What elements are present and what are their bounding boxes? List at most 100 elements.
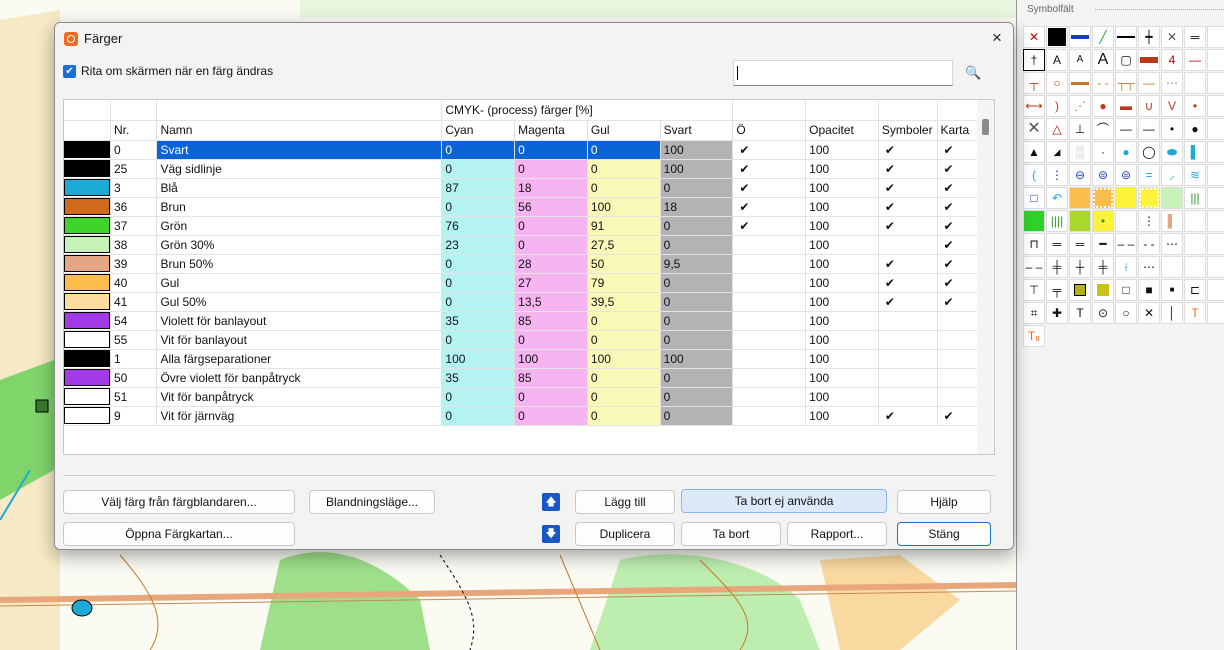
color-swatch-box[interactable] [64,255,110,272]
cell-black[interactable]: 100 [660,349,734,369]
cell-magenta[interactable]: 0 [514,235,588,255]
symbol-olive-square-icon[interactable] [1069,279,1091,301]
symbol-brown-dash-short-icon[interactable]: ▬ [1115,95,1137,117]
cell-magenta[interactable]: 27 [514,273,588,293]
cell-nr[interactable]: 1 [110,349,158,369]
cell-map[interactable]: ✔ [937,178,978,198]
symbol-blue-disc-2-icon[interactable]: ⊜ [1092,164,1114,186]
cell-opacity[interactable]: 100 [805,330,879,350]
color-swatch-box[interactable] [64,236,110,253]
cell-cyan[interactable]: 100 [441,349,516,369]
cell-black[interactable]: 0 [660,292,734,312]
color-swatch-box[interactable] [64,407,110,424]
symbol-text-a-icon[interactable]: A [1046,49,1068,71]
symbol-light-green-icon[interactable] [1161,187,1183,209]
cell-yellow[interactable]: 50 [587,254,661,274]
symbol-brown-bar-icon[interactable] [1138,49,1160,71]
table-row[interactable]: 39 Brun 50% 0 28 50 9,5 100 ✔ ✔ [64,254,978,274]
symbol-empty-icon[interactable] [1184,233,1206,255]
color-swatch-box[interactable] [64,369,110,386]
move-up-arrow-icon[interactable]: 🡅 [542,493,560,511]
symbol-brown-u-icon[interactable]: ∪ [1138,95,1160,117]
cell-nr[interactable]: 54 [110,311,158,331]
cell-magenta[interactable]: 0 [514,140,588,160]
symbol-brown-dash-icon[interactable]: - - [1092,72,1114,94]
symbol-x-icon[interactable]: ✕ [1138,302,1160,324]
cell-map[interactable] [937,349,978,369]
symbol-oval-icon[interactable]: ○ [1046,72,1068,94]
table-row[interactable]: 3 Blå 87 18 0 0 ✔ 100 ✔ ✔ [64,178,978,198]
symbol-tee-icon[interactable]: T [1069,302,1091,324]
symbol-empty-icon[interactable] [1207,279,1224,301]
cell-magenta[interactable]: 85 [514,311,588,331]
cell-nr[interactable]: 40 [110,273,158,293]
symbol-bracket-square-icon[interactable]: ⊏ [1184,279,1206,301]
symbol-orange-dots-icon[interactable] [1092,187,1114,209]
cell-map[interactable]: ✔ [937,197,978,217]
cell-symbols[interactable]: ✔ [878,140,938,160]
cell-opacity[interactable]: 100 [805,273,879,293]
cell-map[interactable] [937,387,978,407]
color-swatch-box[interactable] [64,198,110,215]
cell-symbols[interactable] [878,311,938,331]
symbol-empty-icon[interactable] [1184,210,1206,232]
cell-name[interactable]: Brun 50% [156,254,443,274]
symbol-blue-disc-icon[interactable]: ⊖ [1069,164,1091,186]
symbol-brown-thick-icon[interactable] [1069,72,1091,94]
symbol-brown-dot-icon[interactable]: ● [1092,95,1114,117]
cell-black[interactable]: 0 [660,406,734,426]
color-swatch[interactable] [64,178,111,198]
cell-cyan[interactable]: 0 [441,406,516,426]
cell-opacity[interactable]: 100 [805,349,879,369]
cell-map[interactable]: ✔ [937,140,978,160]
table-row[interactable]: 54 Violett för banlayout 35 85 0 0 100 [64,311,978,331]
symbol-blue-equal-icon[interactable]: = [1138,164,1160,186]
symbol-triangle-icon[interactable]: △ [1046,118,1068,140]
color-swatch[interactable] [64,406,111,426]
color-swatch-box[interactable] [64,293,110,310]
cell-magenta[interactable]: 0 [514,216,588,236]
table-row[interactable]: 50 Övre violett för banpåtryck 35 85 0 0 100 [64,368,978,388]
redraw-option[interactable]: ✔ Rita om skärmen när en färg ändras [63,64,273,78]
duplicate-button[interactable]: Duplicera [575,522,675,546]
cell-nr[interactable]: 0 [110,140,158,160]
symbol-blue-fence-icon[interactable]: ⟊ [1115,256,1137,278]
cell-cyan[interactable]: 0 [441,330,516,350]
symbol-black-square-icon[interactable]: ■ [1138,279,1160,301]
cell-name[interactable]: Blå [156,178,443,198]
cell-symbols[interactable] [878,387,938,407]
cell-magenta[interactable]: 13,5 [514,292,588,312]
color-swatch[interactable] [64,387,111,407]
cell-map[interactable] [937,311,978,331]
cell-black[interactable]: 0 [660,216,734,236]
cell-overprint[interactable] [732,235,807,255]
cell-symbols[interactable]: ✔ [878,254,938,274]
column-header-black[interactable]: Svart [660,120,734,141]
cell-overprint[interactable]: ✔ [732,216,807,236]
column-header-magenta[interactable]: Magenta [514,120,588,141]
color-swatch[interactable] [64,197,111,217]
cell-magenta[interactable]: 18 [514,178,588,198]
blend-mode-button[interactable]: Blandningsläge... [309,490,435,514]
cell-symbols[interactable]: ✔ [878,216,938,236]
symbol-arch-icon[interactable]: ⌒ [1092,118,1114,140]
symbol-building-icon[interactable]: ⊓ [1023,233,1045,255]
cell-yellow[interactable]: 0 [587,311,661,331]
move-down-arrow-icon[interactable]: 🡇 [542,525,560,543]
add-color-button[interactable]: Lägg till [575,490,675,514]
cell-magenta[interactable]: 100 [514,349,588,369]
symbol-green-stripes-icon[interactable]: ||| [1184,187,1206,209]
cell-name[interactable]: Violett för banlayout [156,311,443,331]
cell-yellow[interactable]: 0 [587,387,661,407]
symbol-empty-icon[interactable] [1207,95,1224,117]
symbol-road-icon[interactable]: ═ [1046,233,1068,255]
symbol-big-dot-icon[interactable]: ● [1184,118,1206,140]
cell-nr[interactable]: 38 [110,235,158,255]
symbol-short-line-icon[interactable]: — [1115,118,1137,140]
cell-black[interactable]: 0 [660,273,734,293]
symbol-open-square-icon[interactable]: □ [1115,279,1137,301]
column-header-symbols[interactable]: Symboler [878,120,938,141]
symbol-brown-comb-icon[interactable]: ┬┬ [1115,72,1137,94]
cell-cyan[interactable]: 0 [441,159,516,179]
cell-opacity[interactable]: 100 [805,140,879,160]
